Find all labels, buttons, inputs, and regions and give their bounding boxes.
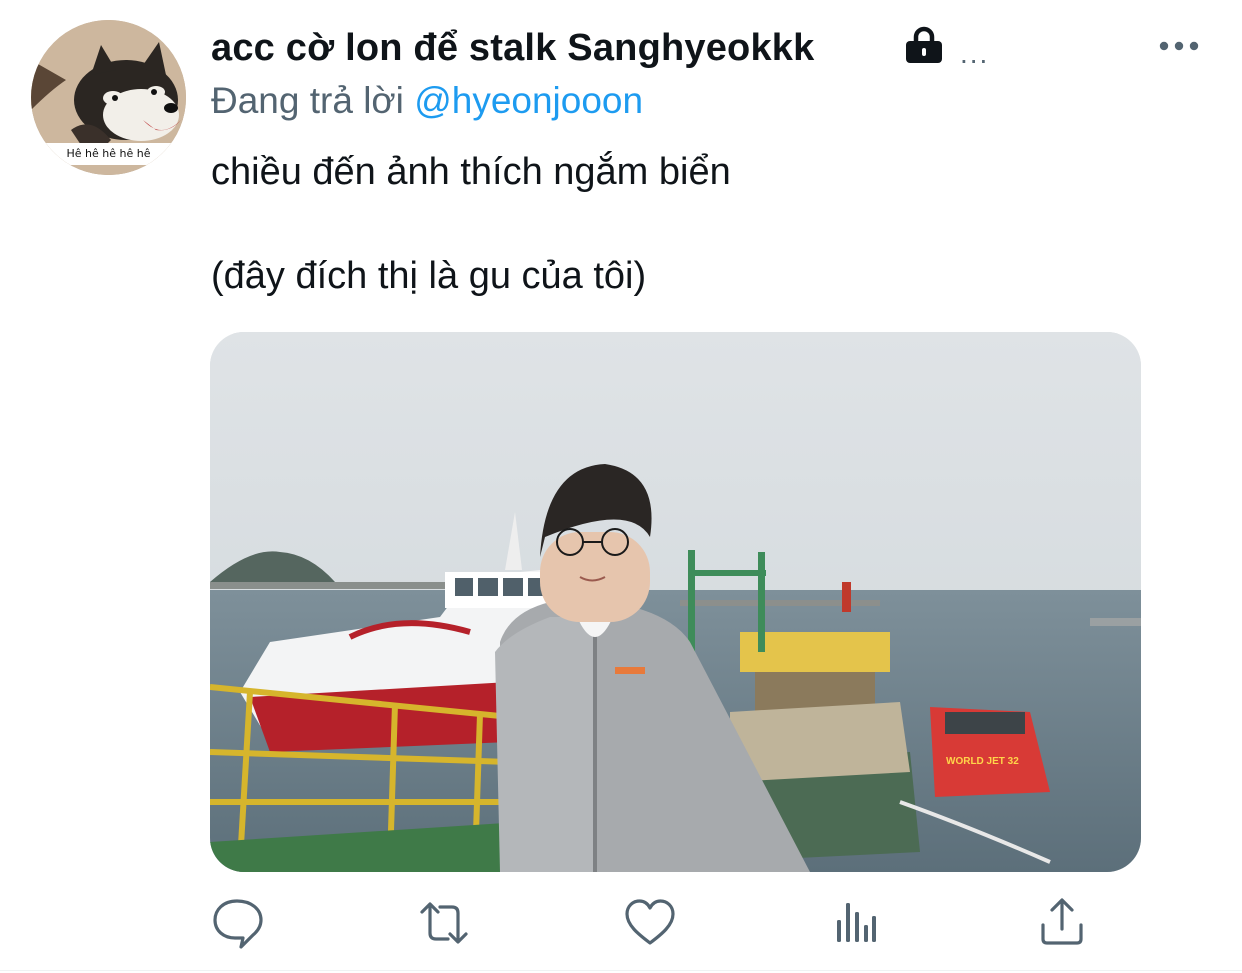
more-horizontal-icon[interactable]	[1156, 36, 1202, 56]
tweet-photo[interactable]: WORLD JET 32	[210, 332, 1141, 872]
divider	[0, 970, 1242, 971]
harbor-photo-illustration: WORLD JET 32	[210, 332, 1141, 872]
comment-bubble-icon[interactable]	[207, 893, 267, 953]
reply-prefix: Đang trả lời	[211, 80, 404, 121]
lock-icon	[906, 26, 942, 63]
bar-chart-icon[interactable]	[826, 893, 886, 953]
display-name[interactable]: acc cờ lon để stalk Sanghyeokkk	[211, 27, 814, 70]
avatar-caption: Hê hê hê hê hê	[31, 143, 186, 165]
reply-handle-link[interactable]: @hyeonjooon	[414, 80, 643, 121]
heart-icon[interactable]	[620, 893, 680, 953]
retweet-icon[interactable]	[414, 893, 474, 953]
tweet-text: chiều đến ảnh thích ngắm biển (đây đích …	[211, 151, 731, 297]
avatar[interactable]: Hê hê hê hê hê	[31, 20, 186, 175]
name-overflow-ellipsis: ...	[960, 38, 990, 69]
share-upload-icon[interactable]	[1032, 893, 1092, 953]
boat-label: WORLD JET 32	[946, 756, 1019, 767]
reply-context: Đang trả lời @hyeonjooon	[211, 80, 643, 122]
